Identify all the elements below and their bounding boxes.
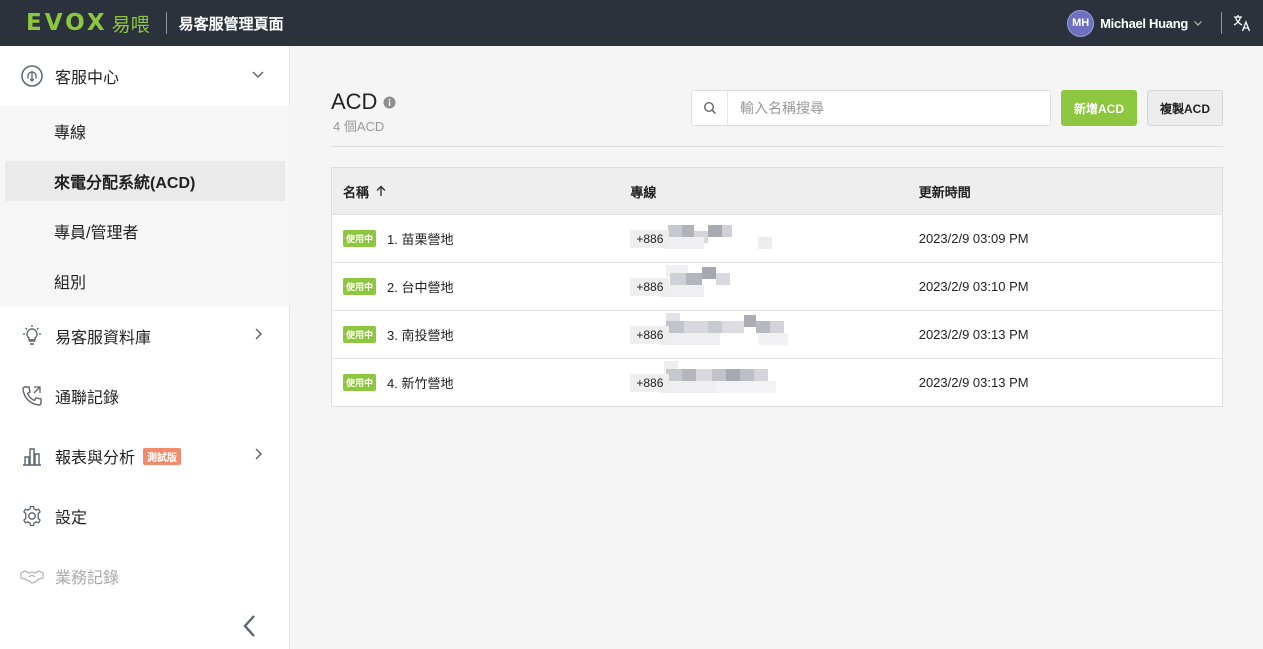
sidebar-subitem-acd[interactable]: 來電分配系統(ACD) [5, 161, 285, 201]
sidebar: 客服中心 專線 來電分配系統(ACD) 專員/管理者 組別 易客服資料庫 通聯記… [0, 46, 290, 649]
header-divider [165, 12, 167, 34]
bar-chart-icon [20, 444, 44, 468]
acd-name[interactable]: 3. 南投營地 [387, 325, 453, 344]
avatar[interactable]: MH [1067, 9, 1095, 37]
chevron-down-icon [251, 67, 265, 86]
sidebar-item-label: 設定 [55, 510, 88, 527]
table-row[interactable]: 使用中 3. 南投營地 +886 2023/2/9 03:13 PM [332, 310, 1222, 358]
column-header-name[interactable]: 名稱 [332, 182, 619, 201]
header-divider-right [1221, 12, 1222, 34]
sidebar-subitem-label: 專線 [54, 125, 87, 142]
page-title: ACD [331, 89, 396, 115]
column-header-name-label: 名稱 [343, 184, 370, 200]
logo[interactable]: EVOX 易喂 [26, 10, 150, 37]
app-title: 易客服管理頁面 [178, 15, 284, 33]
phone-number: +886 [630, 265, 731, 297]
sidebar-item-settings[interactable]: 設定 [0, 486, 290, 546]
main-content: ACD 4 個ACD 新增ACD 複製ACD 名稱 [291, 46, 1263, 649]
status-badge: 使用中 [343, 230, 377, 247]
row-updated-cell: 2023/2/9 03:13 PM [918, 327, 1029, 342]
sidebar-item-label: 客服中心 [55, 70, 120, 87]
chevron-right-icon [251, 327, 265, 346]
sidebar-item-label: 易客服資料庫 [55, 330, 152, 347]
row-updated-cell: 2023/2/9 03:13 PM [918, 375, 1029, 390]
logo-text: EVOX [26, 10, 108, 36]
row-name-cell: 使用中 2. 台中營地 [332, 277, 619, 296]
acd-count: 4 個ACD [333, 119, 385, 134]
redacted-phone [658, 361, 818, 393]
table-row[interactable]: 使用中 4. 新竹營地 +886 2023/2/9 03:13 PM [332, 358, 1222, 406]
sidebar-item-service-center[interactable]: 客服中心 [0, 46, 290, 106]
handshake-icon [20, 564, 44, 588]
headset-icon [20, 64, 44, 88]
row-name-cell: 使用中 4. 新竹營地 [332, 373, 619, 392]
sidebar-submenu: 專線 來電分配系統(ACD) 專員/管理者 組別 [0, 106, 290, 306]
gear-icon [20, 504, 44, 528]
row-name-cell: 使用中 3. 南投營地 [332, 325, 619, 344]
phone-prefix: +886 [630, 278, 670, 296]
sidebar-item-call-records[interactable]: 通聯記錄 [0, 366, 290, 426]
sidebar-item-knowledge-base[interactable]: 易客服資料庫 [0, 306, 290, 366]
sidebar-subitem-label: 專員/管理者 [54, 225, 139, 242]
acd-name[interactable]: 2. 台中營地 [387, 277, 453, 296]
lightbulb-icon [20, 324, 44, 348]
phone-prefix: +886 [630, 326, 670, 344]
info-icon[interactable] [383, 96, 396, 109]
sidebar-item-label: 業務記錄 [55, 570, 120, 587]
redacted-phone [658, 223, 818, 249]
phone-prefix: +886 [630, 374, 670, 392]
column-header-updated[interactable]: 更新時間 [907, 182, 1222, 201]
row-updated-cell: 2023/2/9 03:09 PM [918, 231, 1029, 246]
table-header: 名稱 專線 更新時間 [332, 168, 1222, 214]
row-line-cell: +886 [619, 361, 906, 393]
translate-icon[interactable] [1232, 13, 1252, 33]
phone-number: +886 [630, 313, 789, 345]
sidebar-subitem-label: 來電分配系統(ACD) [54, 175, 196, 192]
search-box[interactable] [691, 90, 1051, 126]
phone-number: +886 [630, 225, 773, 249]
table-row[interactable]: 使用中 2. 台中營地 +886 2023/2/9 03:10 PM [332, 262, 1222, 310]
phone-prefix: +886 [630, 230, 670, 248]
acd-name[interactable]: 4. 新竹營地 [387, 373, 453, 392]
page-title-text: ACD [331, 89, 378, 114]
redacted-phone [658, 313, 818, 345]
search-input[interactable] [740, 100, 1040, 116]
sidebar-item-reports[interactable]: 報表與分析 測試版 [0, 426, 290, 486]
add-acd-button[interactable]: 新增ACD [1061, 90, 1137, 126]
sidebar-subitem-groups[interactable]: 組別 [5, 261, 285, 301]
sidebar-item-label: 通聯記錄 [55, 390, 120, 407]
top-bar: EVOX 易喂 易客服管理頁面 MH Michael Huang [0, 0, 1263, 46]
sidebar-item-label: 報表與分析 測試版 [55, 444, 182, 468]
user-name[interactable]: Michael Huang [1100, 16, 1188, 31]
row-line-cell: +886 [619, 313, 906, 345]
redacted-phone [658, 265, 818, 297]
row-line-cell: +886 [619, 225, 906, 249]
chevron-down-icon[interactable] [1193, 15, 1203, 33]
sidebar-item-business-records: 業務記錄 [0, 546, 290, 606]
header-divider-line [331, 146, 1223, 147]
collapse-sidebar-icon[interactable] [240, 612, 260, 645]
status-badge: 使用中 [343, 326, 377, 343]
acd-name[interactable]: 1. 苗栗營地 [387, 229, 453, 248]
acd-table: 名稱 專線 更新時間 使用中 1. 苗栗營地 +886 2023/2/9 03:… [331, 167, 1223, 407]
row-line-cell: +886 [619, 265, 906, 297]
logo-cn-text: 易喂 [111, 13, 150, 36]
copy-acd-button[interactable]: 複製ACD [1147, 90, 1223, 126]
chevron-right-icon [251, 447, 265, 466]
search-icon [692, 91, 728, 125]
sidebar-subitem-label: 組別 [54, 275, 87, 292]
phone-log-icon [20, 384, 44, 408]
sidebar-subitem-agents[interactable]: 專員/管理者 [5, 211, 285, 251]
sidebar-item-reports-text: 報表與分析 [55, 450, 136, 467]
table-row[interactable]: 使用中 1. 苗栗營地 +886 2023/2/9 03:09 PM [332, 214, 1222, 262]
status-badge: 使用中 [343, 278, 377, 295]
phone-number: +886 [630, 361, 777, 393]
sidebar-subitem-lines[interactable]: 專線 [5, 111, 285, 151]
beta-badge: 測試版 [143, 448, 182, 465]
sort-ascending-icon[interactable] [375, 185, 387, 197]
row-name-cell: 使用中 1. 苗栗營地 [332, 229, 619, 248]
row-updated-cell: 2023/2/9 03:10 PM [918, 279, 1029, 294]
column-header-line[interactable]: 專線 [619, 182, 906, 201]
status-badge: 使用中 [343, 374, 377, 391]
